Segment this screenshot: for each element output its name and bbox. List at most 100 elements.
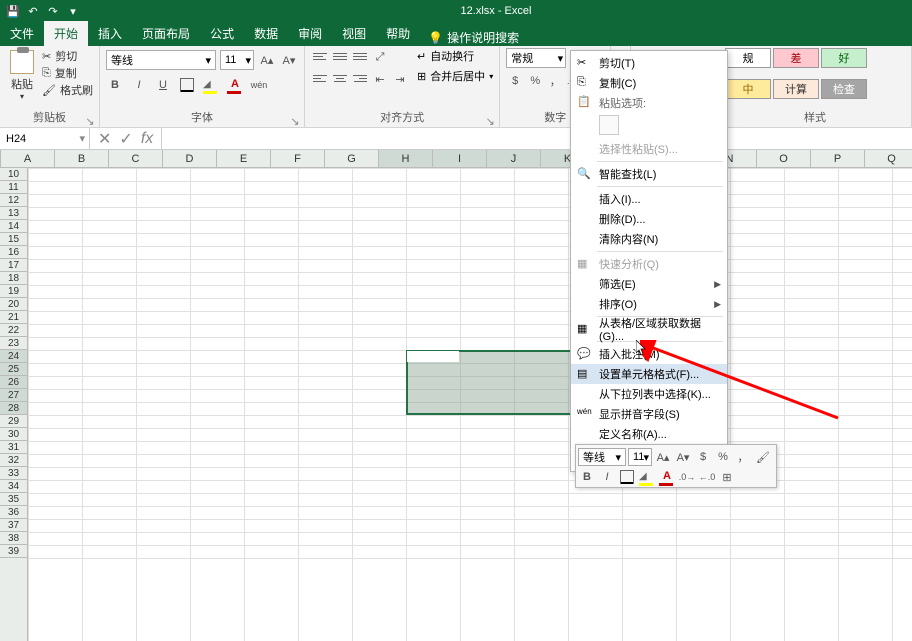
- align-center-button[interactable]: [331, 70, 349, 86]
- orientation-button[interactable]: ⤢: [371, 48, 389, 66]
- column-header[interactable]: F: [271, 150, 325, 167]
- style-cell[interactable]: 好: [821, 48, 867, 68]
- italic-button[interactable]: I: [130, 76, 148, 94]
- ctx-delete[interactable]: 删除(D)...: [571, 209, 727, 229]
- row-header[interactable]: 29: [0, 415, 27, 428]
- paste-button[interactable]: 粘贴 ▾: [6, 48, 38, 103]
- clipboard-launcher-icon[interactable]: ↘: [85, 115, 95, 125]
- row-header[interactable]: 27: [0, 389, 27, 402]
- column-header[interactable]: C: [109, 150, 163, 167]
- column-header[interactable]: J: [487, 150, 541, 167]
- merge-center-button[interactable]: ⊞ 合并后居中 ▾: [417, 68, 493, 84]
- row-header[interactable]: 26: [0, 376, 27, 389]
- column-header[interactable]: H: [379, 150, 433, 167]
- qat-dropdown-icon[interactable]: ▾: [66, 4, 80, 18]
- fx-icon[interactable]: fx: [141, 130, 153, 148]
- column-header[interactable]: P: [811, 150, 865, 167]
- tab-layout[interactable]: 页面布局: [132, 21, 200, 46]
- row-header[interactable]: 34: [0, 480, 27, 493]
- row-header[interactable]: 14: [0, 220, 27, 233]
- align-right-button[interactable]: [351, 70, 369, 86]
- align-left-button[interactable]: [311, 70, 329, 86]
- row-header[interactable]: 39: [0, 545, 27, 558]
- row-header[interactable]: 31: [0, 441, 27, 454]
- column-header[interactable]: B: [55, 150, 109, 167]
- mini-inc-decimal[interactable]: .0→: [678, 468, 696, 486]
- fill-color-button[interactable]: [202, 76, 220, 94]
- wrap-text-button[interactable]: ↵ 自动换行: [417, 48, 493, 64]
- ctx-smart-lookup[interactable]: 🔍智能查找(L): [571, 164, 727, 184]
- ctx-show-pinyin[interactable]: wén显示拼音字段(S): [571, 404, 727, 424]
- cut-button[interactable]: ✂ 剪切: [42, 48, 93, 64]
- format-painter-button[interactable]: 🖌 格式刷: [42, 82, 93, 98]
- tab-insert[interactable]: 插入: [88, 21, 132, 46]
- style-cell[interactable]: 计算: [773, 79, 819, 99]
- tab-help[interactable]: 帮助: [376, 21, 420, 46]
- mini-format-painter[interactable]: 🖌: [754, 448, 772, 466]
- ctx-sort[interactable]: 排序(O)▶: [571, 294, 727, 314]
- mini-merge[interactable]: ⊞: [718, 468, 736, 486]
- chevron-down-icon[interactable]: ▾: [489, 72, 493, 81]
- column-header[interactable]: E: [217, 150, 271, 167]
- mini-percent[interactable]: %: [714, 448, 732, 466]
- mini-currency[interactable]: $: [694, 448, 712, 466]
- tab-file[interactable]: 文件: [0, 21, 44, 46]
- row-header[interactable]: 12: [0, 194, 27, 207]
- mini-comma[interactable]: ，: [734, 448, 752, 466]
- row-header[interactable]: 33: [0, 467, 27, 480]
- underline-button[interactable]: U: [154, 76, 172, 94]
- font-color-button[interactable]: A: [226, 76, 244, 94]
- style-cell[interactable]: 中: [725, 79, 771, 99]
- align-bottom-button[interactable]: [351, 48, 369, 64]
- row-header[interactable]: 13: [0, 207, 27, 220]
- row-header[interactable]: 37: [0, 519, 27, 532]
- copy-button[interactable]: ⎘ 复制: [42, 65, 93, 81]
- formula-bar[interactable]: [161, 128, 912, 149]
- chevron-down-icon[interactable]: ▾: [245, 54, 251, 67]
- row-header[interactable]: 24: [0, 350, 27, 363]
- ctx-define-name[interactable]: 定义名称(A)...: [571, 424, 727, 444]
- percent-button[interactable]: %: [526, 72, 544, 90]
- border-button[interactable]: [178, 76, 196, 94]
- row-header[interactable]: 22: [0, 324, 27, 337]
- row-header[interactable]: 11: [0, 181, 27, 194]
- paste-dropdown-icon[interactable]: ▾: [20, 92, 24, 101]
- name-box[interactable]: H24▾: [0, 128, 90, 149]
- worksheet-grid[interactable]: 1011121314151617181920212223242526272829…: [0, 168, 912, 641]
- column-header[interactable]: D: [163, 150, 217, 167]
- mini-shrink-font[interactable]: A▾: [674, 448, 692, 466]
- mini-grow-font[interactable]: A▴: [654, 448, 672, 466]
- ctx-cut[interactable]: ✂剪切(T): [571, 53, 727, 73]
- alignment-launcher-icon[interactable]: ↘: [485, 115, 495, 125]
- align-top-button[interactable]: [311, 48, 329, 64]
- row-header[interactable]: 20: [0, 298, 27, 311]
- ctx-clear[interactable]: 清除内容(N): [571, 229, 727, 249]
- style-cell[interactable]: 规: [725, 48, 771, 68]
- indent-decrease-button[interactable]: ⇤: [371, 70, 389, 88]
- tab-view[interactable]: 视图: [332, 21, 376, 46]
- ctx-format-cells[interactable]: ▤设置单元格格式(F)...: [571, 364, 727, 384]
- mini-fill-color[interactable]: [638, 468, 656, 486]
- tell-me-search[interactable]: 💡 操作说明搜索: [420, 29, 527, 46]
- row-header[interactable]: 38: [0, 532, 27, 545]
- row-header[interactable]: 18: [0, 272, 27, 285]
- tab-review[interactable]: 审阅: [288, 21, 332, 46]
- mini-italic[interactable]: I: [598, 468, 616, 486]
- ctx-copy[interactable]: ⎘复制(C): [571, 73, 727, 93]
- ctx-insert[interactable]: 插入(I)...: [571, 189, 727, 209]
- tab-home[interactable]: 开始: [44, 21, 88, 46]
- mini-bold[interactable]: B: [578, 468, 596, 486]
- column-header[interactable]: I: [433, 150, 487, 167]
- ctx-get-data[interactable]: ▦从表格/区域获取数据(G)...: [571, 319, 727, 339]
- currency-button[interactable]: $: [506, 72, 524, 90]
- ctx-filter[interactable]: 筛选(E)▶: [571, 274, 727, 294]
- row-header[interactable]: 19: [0, 285, 27, 298]
- font-size-input[interactable]: 11▾: [220, 50, 254, 70]
- chevron-down-icon[interactable]: ▾: [205, 54, 211, 67]
- ctx-pick-dropdown[interactable]: 从下拉列表中选择(K)...: [571, 384, 727, 404]
- undo-icon[interactable]: ↶: [26, 4, 40, 18]
- cells-area[interactable]: [28, 168, 912, 641]
- column-header[interactable]: O: [757, 150, 811, 167]
- paste-option-default[interactable]: [599, 115, 619, 135]
- indent-increase-button[interactable]: ⇥: [391, 70, 409, 88]
